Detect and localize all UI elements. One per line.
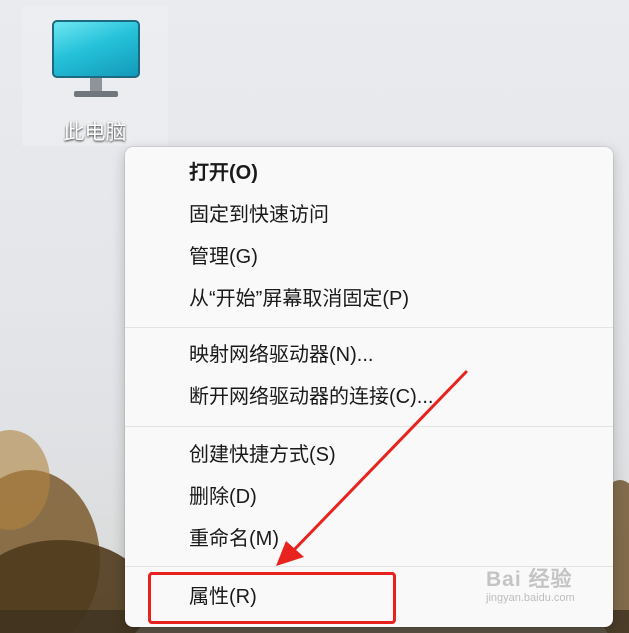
watermark-url: jingyan.baidu.com [486,592,575,604]
red-arrow-annotation [276,370,468,566]
baidu-jingyan-watermark: Bai 经验 jingyan.baidu.com [486,563,614,607]
watermark-brand: Bai 经验 [486,568,573,591]
